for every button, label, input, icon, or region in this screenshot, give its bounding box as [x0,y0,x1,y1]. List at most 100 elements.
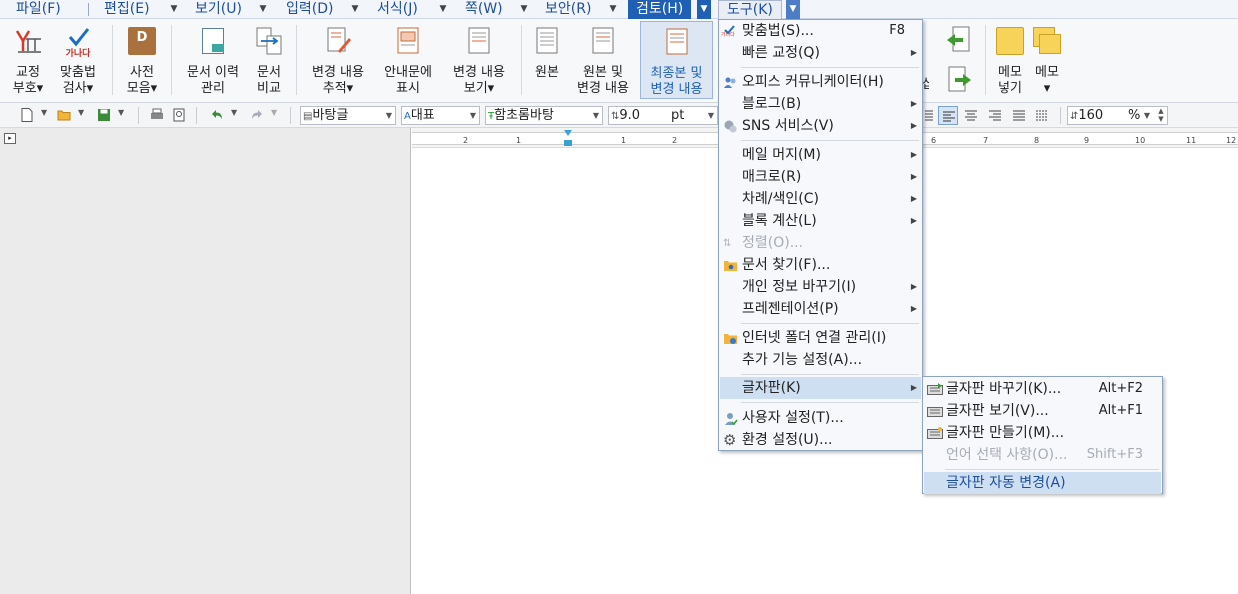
font-select[interactable]: Ŧ함초롬바탕 ▼ [485,106,603,125]
original-and-changes-button[interactable]: 원본 및 변경 내용 [568,21,638,99]
menu-item-block-calc[interactable]: 블록 계산(L) ▶ [720,210,921,232]
ruler-toggle-button[interactable]: ▸ [4,133,16,144]
open-folder-icon[interactable] [57,108,71,122]
ruler-number: 2 [463,136,469,145]
align-right-icon[interactable] [988,108,1002,122]
menu-item-blog[interactable]: 블로그(B) ▶ [720,93,921,115]
menu-item-quick-correct[interactable]: 빠른 교정(Q) ▶ [720,42,921,64]
people-icon [724,77,736,88]
zoom-dropdown-arrow[interactable]: ▼ [1141,107,1153,124]
document-history-button[interactable]: 문서 이력 관리 [178,21,248,99]
font-size-dropdown-arrow[interactable]: ▼ [705,107,717,124]
align-center-icon[interactable] [964,108,978,122]
dictionary-button[interactable]: D 사전 모음▾ [120,21,164,99]
style-dropdown-arrow[interactable]: ▼ [383,107,395,124]
menu-insert-arrow[interactable]: ▼ [348,0,362,19]
menu-format[interactable]: 서식(J) [377,0,418,19]
align-divide-icon[interactable] [1035,108,1049,122]
menu-insert[interactable]: 입력(D) [286,0,333,19]
menu-format-arrow[interactable]: ▼ [436,0,450,19]
indent-marker[interactable] [564,130,572,136]
menu-page[interactable]: 쪽(W) [465,0,503,19]
redo-dropdown[interactable]: ▼ [271,108,277,117]
print-icon[interactable] [150,108,164,122]
menu-item-label: 메일 머지(M) [742,147,821,163]
spellcheck-button[interactable]: 가나다 맞춤법 검사▾ [52,21,104,99]
zoom-select[interactable]: ⇵160 % ▼ ▲ ▼ [1067,106,1168,125]
original-button[interactable]: 원본 [526,21,568,99]
font-dropdown-arrow[interactable]: ▼ [590,107,602,124]
track-changes-button[interactable]: 변경 내용 추적▾ [302,21,374,99]
font-size-select[interactable]: ⇅9.0 pt ▼ [608,106,718,125]
menu-view[interactable]: 보기(U) [195,0,242,19]
memo-menu-button[interactable]: 메모 ▾ [1030,21,1064,99]
menu-file[interactable]: 파일(F) [16,0,61,19]
undo-icon[interactable] [210,108,224,122]
menu-item-toc-index[interactable]: 차례/색인(C) ▶ [720,188,921,210]
menu-review[interactable]: 검토(H) [628,0,692,19]
menu-item-sns-service[interactable]: SNS 서비스(V) ▶ [720,115,921,137]
menu-view-arrow[interactable]: ▼ [256,0,270,19]
menu-item-macro[interactable]: 매크로(R) ▶ [720,166,921,188]
menu-item-preferences[interactable]: ⚙ 환경 설정(U)... [720,429,921,451]
menu-item-find-document[interactable]: 문서 찾기(F)... [720,254,921,276]
insert-memo-button[interactable]: 메모 넣기 [990,21,1030,99]
new-document-dropdown[interactable]: ▼ [41,108,47,117]
menu-page-arrow[interactable]: ▼ [517,0,531,19]
save-dropdown[interactable]: ▼ [118,108,124,117]
submenu-item-shortcut: Shift+F3 [1086,447,1143,462]
next-change-icon[interactable] [945,66,973,94]
final-and-changes-label-2: 변경 내용 [650,82,703,97]
menu-edit-arrow[interactable]: ▼ [167,0,181,19]
menu-item-office-communicator[interactable]: 오피스 커뮤니케이터(H) [720,71,921,93]
menu-edit[interactable]: 편집(E) [104,0,150,19]
menu-item-personal-info[interactable]: 개인 정보 바꾸기(I) ▶ [720,276,921,298]
menu-item-spelling[interactable]: 가나다 맞춤법(S)... F8 [720,20,921,42]
font-size-unit: pt [671,108,685,123]
align-justify-partial-icon[interactable] [925,108,933,122]
memo-menu-label-1: 메모 [1035,65,1059,80]
new-document-icon[interactable] [20,108,34,122]
language-select[interactable]: A대표 ▼ [401,106,480,125]
dictionary-icon-letter: D [136,30,148,45]
menu-review-arrow[interactable]: ▼ [697,0,711,19]
submenu-item-make-keyboard[interactable]: 글자판 만들기(M)... [924,422,1161,444]
proofread-marks-button[interactable]: 교정 부호▾ [6,21,50,99]
zoom-spinner[interactable]: ▲ ▼ [1155,107,1167,124]
menu-security[interactable]: 보안(R) [545,0,591,19]
menu-item-presentation[interactable]: 프레젠테이션(P) ▶ [720,298,921,320]
left-indent-marker[interactable] [564,140,572,146]
align-distribute-icon[interactable] [1012,108,1026,122]
previous-change-icon[interactable] [945,26,973,54]
style-value: 바탕글 [312,108,349,123]
align-left-button[interactable] [938,106,958,125]
submenu-item-change-keyboard[interactable]: 글자판 바꾸기(K)... Alt+F2 [924,378,1161,400]
menu-tools-arrow[interactable]: ▼ [786,0,800,19]
ribbon-separator [112,25,113,95]
submenu-item-auto-change[interactable]: 글자판 자동 변경(A) [924,472,1161,494]
submenu-item-view-keyboard[interactable]: 글자판 보기(V)... Alt+F1 [924,400,1161,422]
memo-icon [996,27,1024,55]
menu-item-mail-merge[interactable]: 메일 머지(M) ▶ [720,144,921,166]
track-changes-icon [327,27,351,53]
undo-dropdown[interactable]: ▼ [231,108,237,117]
original-and-changes-label-2: 변경 내용 [577,81,629,96]
show-in-balloons-button[interactable]: 안내문에 표시 [374,21,442,99]
dictionary-label-2: 모음▾ [126,81,158,96]
final-and-changes-button[interactable]: 최종본 및 변경 내용 [640,21,713,99]
open-dropdown[interactable]: ▼ [78,108,84,117]
menu-item-keyboard[interactable]: 글자판(K) ▶ [720,377,921,399]
menu-item-user-settings[interactable]: 사용자 설정(T)... [720,407,921,429]
redo-icon[interactable] [250,108,264,122]
document-compare-button[interactable]: 문서 비교 [248,21,290,99]
print-preview-icon[interactable] [172,108,186,122]
menu-security-arrow[interactable]: ▼ [606,0,620,19]
menu-item-addin-settings[interactable]: 추가 기능 설정(A)... [720,349,921,371]
dictionary-label-1: 사전 [130,65,154,80]
save-icon[interactable] [97,108,111,122]
menu-item-internet-folder[interactable]: 인터넷 폴더 연결 관리(I) [720,327,921,349]
menu-tools[interactable]: 도구(K) [718,0,782,19]
language-dropdown-arrow[interactable]: ▼ [467,107,479,124]
style-select[interactable]: ▤바탕글 ▼ [300,106,396,125]
view-changes-button[interactable]: 변경 내용 보기▾ [442,21,516,99]
